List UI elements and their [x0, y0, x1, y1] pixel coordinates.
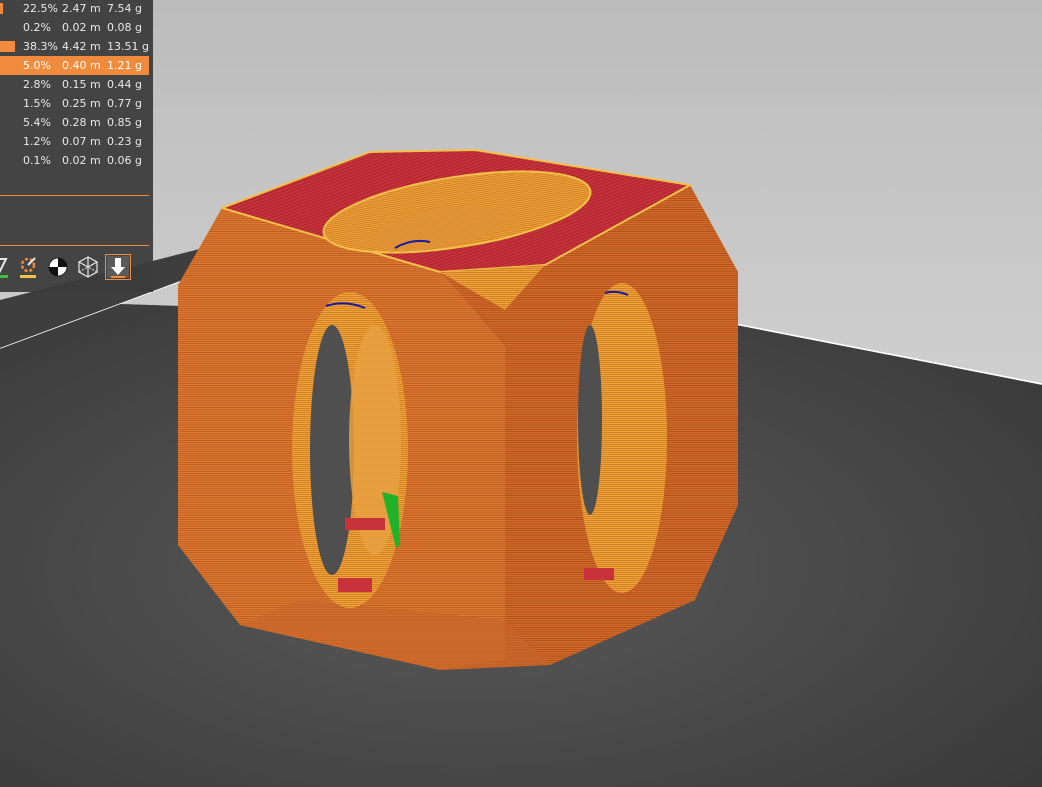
legend-weight: 0.85 g	[107, 116, 142, 129]
legend-row[interactable]: 0.1% 0.02 m 0.06 g	[0, 151, 149, 170]
legend-percent: 1.5%	[23, 97, 51, 110]
legend-length: 2.47 m	[62, 2, 101, 15]
legend-percent: 22.5%	[23, 2, 58, 15]
left-bottom-top-surface	[338, 578, 372, 592]
legend-separator-bottom	[0, 245, 149, 246]
legend-length: 0.15 m	[62, 78, 101, 91]
legend-row[interactable]: 0.2% 0.02 m 0.08 g	[0, 18, 149, 37]
legend-row[interactable]: 1.2% 0.07 m 0.23 g	[0, 132, 149, 151]
legend-weight: 0.44 g	[107, 78, 142, 91]
export-toolpaths-icon[interactable]	[105, 254, 131, 280]
legend-weight: 0.06 g	[107, 154, 142, 167]
right-face-opening	[578, 325, 602, 515]
legend-length: 0.25 m	[62, 97, 101, 110]
legend-percent: 2.8%	[23, 78, 51, 91]
legend-percent: 0.2%	[23, 21, 51, 34]
left-inner-top-surface	[345, 518, 385, 530]
legend-length: 0.40 m	[62, 59, 101, 72]
legend-weight: 0.23 g	[107, 135, 142, 148]
legend-separator-top	[0, 195, 149, 196]
legend-panel: 22.5% 2.47 m 7.54 g 0.2% 0.02 m 0.08 g 38.3% 4.…	[0, 0, 153, 292]
legend-percent: 38.3%	[23, 40, 58, 53]
legend-row[interactable]: 22.5% 2.47 m 7.54 g	[0, 0, 149, 18]
legend-row[interactable]: 1.5% 0.25 m 0.77 g	[0, 94, 149, 113]
legend-weight: 7.54 g	[107, 2, 142, 15]
legend-length: 0.02 m	[62, 154, 101, 167]
legend-length: 0.07 m	[62, 135, 101, 148]
legend-row[interactable]: 2.8% 0.15 m 0.44 g	[0, 75, 149, 94]
right-bottom-top-surface	[584, 568, 614, 580]
legend-percent: 1.2%	[23, 135, 51, 148]
bounding-box-icon[interactable]	[76, 255, 100, 279]
legend-percent: 5.0%	[23, 59, 51, 72]
gcode-model-cube[interactable]	[178, 148, 738, 670]
legend-usage-bar	[0, 41, 15, 52]
legend-weight: 1.21 g	[107, 59, 142, 72]
legend-row[interactable]: 5.4% 0.28 m 0.85 g	[0, 113, 149, 132]
legend-row[interactable]: 38.3% 4.42 m 13.51 g	[0, 37, 149, 56]
legend-weight: 0.08 g	[107, 21, 142, 34]
tool-change-icon[interactable]	[16, 255, 40, 279]
legend-length: 4.42 m	[62, 40, 101, 53]
legend-weight: 0.77 g	[107, 97, 142, 110]
viewer-toolbar	[0, 254, 153, 281]
legend-weight: 13.51 g	[107, 40, 149, 53]
left-face-opening	[310, 325, 354, 575]
3d-viewport[interactable]	[0, 0, 1042, 787]
legend-length: 0.28 m	[62, 116, 101, 129]
legend-usage-bar	[0, 3, 3, 14]
legend-row[interactable]: 5.0% 0.40 m 1.21 g	[0, 56, 149, 75]
legend-length: 0.02 m	[62, 21, 101, 34]
legend-percent: 5.4%	[23, 116, 51, 129]
legend-percent: 0.1%	[23, 154, 51, 167]
legend-toggle-icon[interactable]	[0, 255, 12, 279]
center-of-mass-icon[interactable]	[46, 255, 70, 279]
